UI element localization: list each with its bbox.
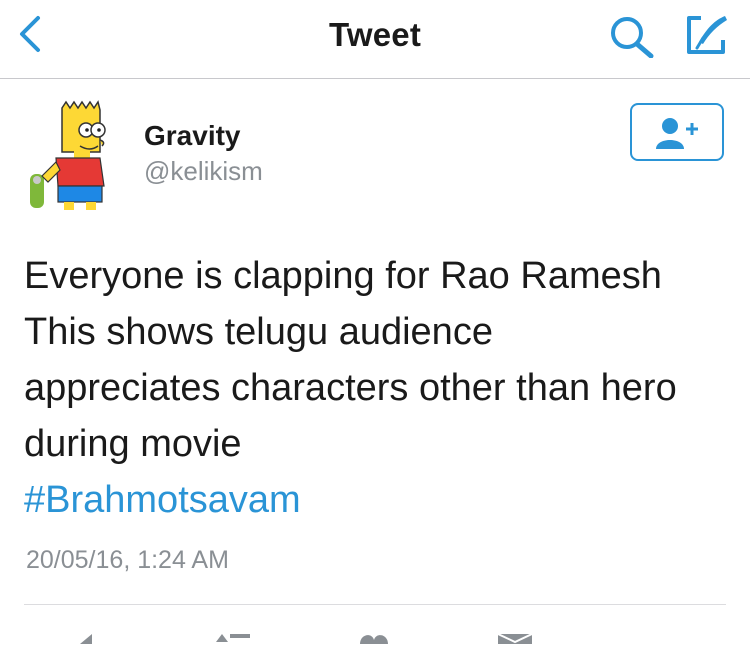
avatar[interactable] — [26, 100, 110, 210]
reply-button[interactable] — [70, 630, 110, 649]
message-icon — [497, 633, 533, 644]
author-handle[interactable]: @kelikism — [144, 156, 263, 187]
navigation-bar: Tweet — [0, 0, 750, 79]
retweet-button[interactable] — [212, 630, 256, 649]
divider — [24, 604, 726, 605]
reply-icon — [80, 634, 92, 644]
message-button[interactable] — [496, 630, 536, 649]
tweet-timestamp: 20/05/16, 1:24 AM — [26, 546, 229, 574]
like-icon — [360, 635, 388, 644]
compose-button[interactable] — [683, 12, 729, 58]
author-name[interactable]: Gravity — [144, 120, 241, 152]
like-button[interactable] — [356, 630, 396, 649]
hashtag-link[interactable]: #Brahmotsavam — [24, 472, 301, 528]
tweet-text-line: This shows telugu audience — [24, 311, 493, 353]
tweet-text: Everyone is clapping for Rao Ramesh This… — [24, 248, 734, 472]
compose-icon — [687, 16, 727, 54]
search-button[interactable] — [608, 14, 656, 59]
add-user-icon — [656, 118, 698, 149]
tweet-text-line: during movie — [24, 423, 242, 465]
search-icon — [611, 17, 654, 59]
tweet-text-line: appreciates characters other than hero — [24, 367, 677, 409]
retweet-icon — [216, 634, 250, 642]
follow-button[interactable] — [630, 103, 724, 161]
tweet-text-line: Everyone is clapping for Rao Ramesh — [24, 255, 662, 297]
